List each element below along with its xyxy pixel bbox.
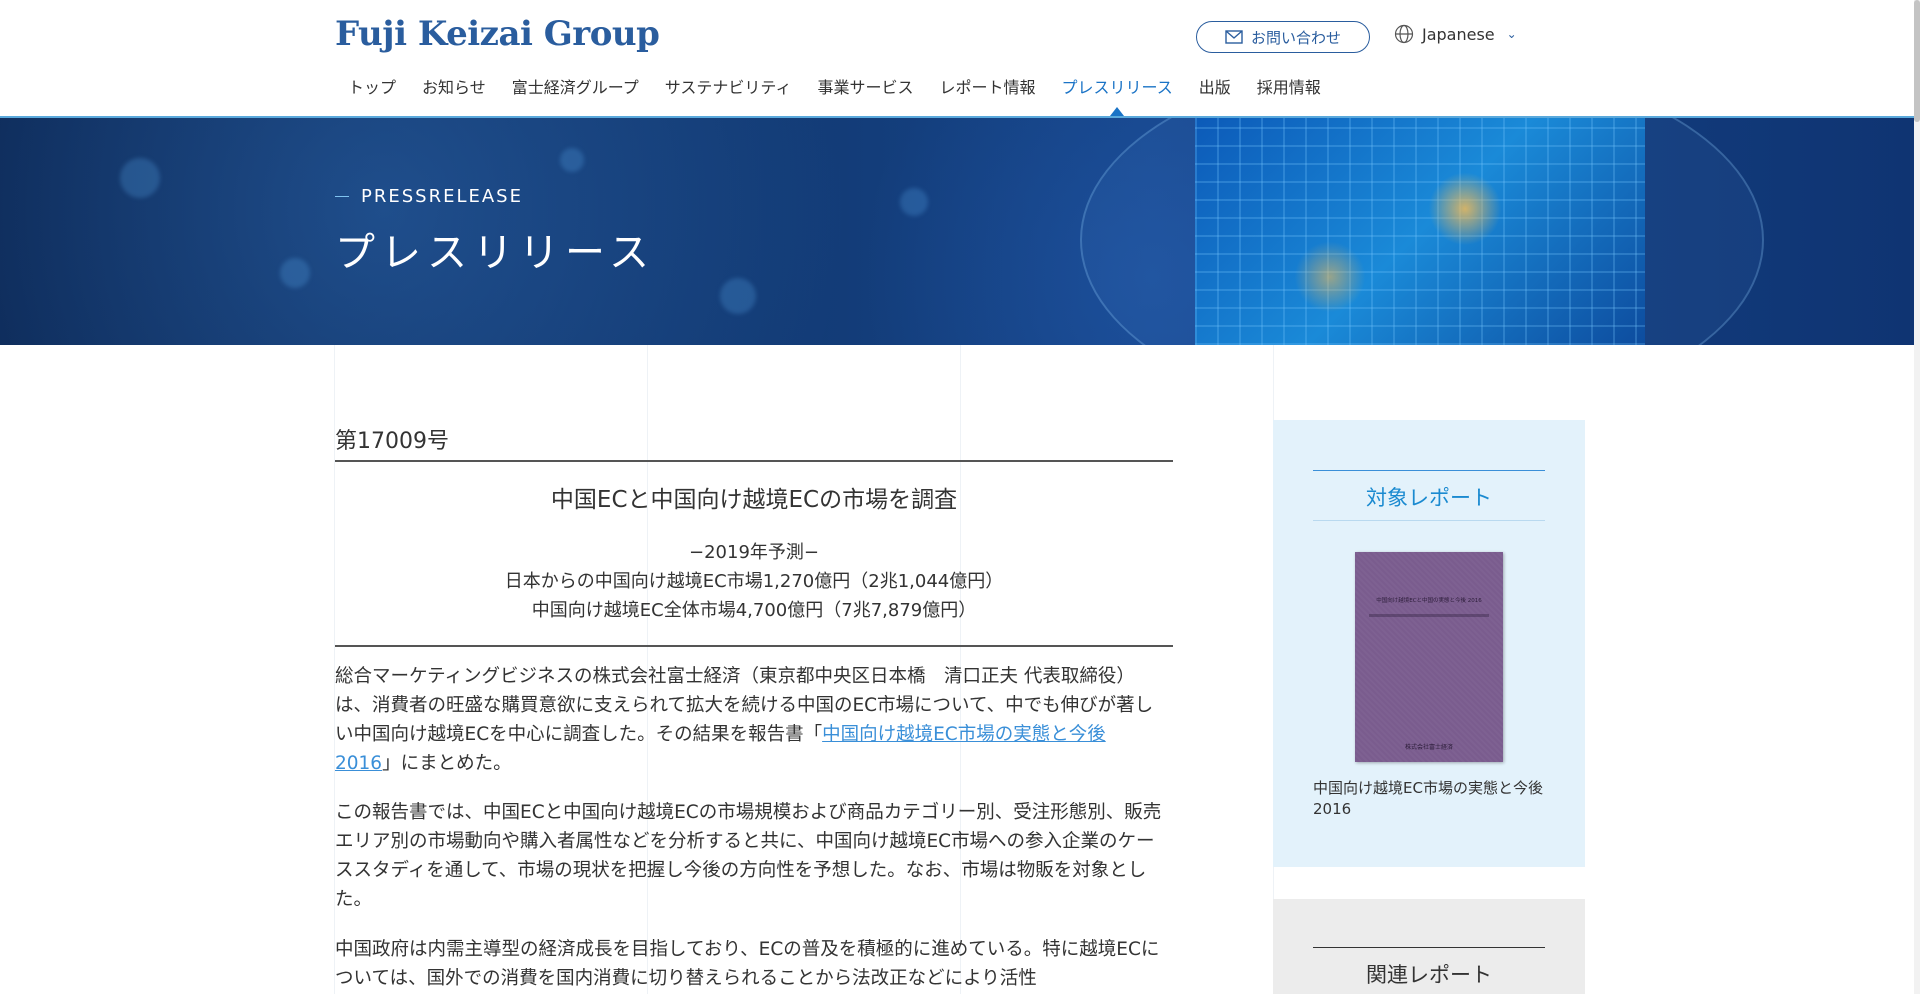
nav-item-services[interactable]: 事業サービス [804,74,926,98]
nav-item-sustainability[interactable]: サステナビリティ [652,74,805,98]
nav-item-recruit[interactable]: 採用情報 [1244,74,1334,98]
article-subheading: 中国向け越境EC全体市場4,700億円（7兆7,879億円） [531,600,977,621]
nav-item-news[interactable]: お知らせ [409,74,499,98]
language-label: Japanese [1422,24,1495,44]
panel-rule [1313,520,1545,521]
panel-rule [1313,470,1545,471]
page-scrollbar[interactable] [1914,0,1920,994]
scrollbar-thumb[interactable] [1914,0,1920,122]
hero-eyebrow: PRESSRELEASE [335,186,523,207]
nav-item-group[interactable]: 富士経済グループ [499,74,652,98]
panel-rule [1313,947,1545,948]
hero-bokeh [720,278,756,314]
related-report-panel: 関連レポート [1273,899,1585,994]
page-title: プレスリリース [335,230,655,276]
nav-item-reports[interactable]: レポート情報 [927,74,1049,98]
cover-subtitle-bar [1369,614,1489,617]
eyebrow-text: PRESSRELEASE [361,186,523,207]
mail-icon [1225,30,1243,44]
nav-item-publishing[interactable]: 出版 [1186,74,1244,98]
hero-bokeh [900,188,928,216]
report-caption[interactable]: 中国向け越境EC市場の実態と今後 2016 [1313,778,1553,820]
article-paragraph: 中国政府は内需主導型の経済成長を目指しており、ECの普及を積極的に進めている。特… [335,939,1160,989]
issue-number: 第17009号 [335,429,449,454]
globe-icon [1394,24,1414,44]
article-subheading: −2019年予測− [689,542,819,563]
eyebrow-dash [335,196,349,197]
hero-bokeh [280,258,310,288]
hero-banner: PRESSRELEASE プレスリリース [0,118,1920,345]
paragraph-text: 」にまとめた。 [382,753,512,774]
hero-bokeh [560,148,584,172]
article-headline: 中国ECと中国向け越境ECの市場を調査 [550,487,958,513]
contact-label: お問い合わせ [1250,28,1341,47]
target-report-panel: 対象レポート 中国向け越境ECと中国の実態と今後 2016 株式会社富士経済 中… [1273,420,1585,867]
site-logo[interactable]: Fuji Keizai Group [335,14,660,54]
hero-circuit-image [1195,118,1645,345]
nav-item-top[interactable]: トップ [335,74,409,98]
divider [335,460,1173,462]
main-nav: トップ お知らせ 富士経済グループ サステナビリティ 事業サービス レポート情報… [335,74,1334,98]
chevron-down-icon: ⌄ [1506,27,1517,41]
related-report-title: 関連レポート [1366,963,1492,987]
report-cover-image[interactable]: 中国向け越境ECと中国の実態と今後 2016 株式会社富士経済 [1355,552,1503,762]
article-paragraph: 総合マーケティングビジネスの株式会社富士経済（東京都中央区日本橋 清口正夫 代表… [335,662,1165,778]
hero-bokeh [120,158,160,198]
cover-publisher: 株式会社富士経済 [1404,744,1453,751]
target-report-title: 対象レポート [1366,486,1492,510]
contact-button[interactable]: お問い合わせ [1196,21,1370,53]
site-header: Fuji Keizai Group お問い合わせ Japanese ⌄ トップ … [0,0,1920,118]
cover-title: 中国向け越境ECと中国の実態と今後 2016 [1376,598,1482,604]
article-paragraph: この報告書では、中国ECと中国向け越境ECの市場規模および商品カテゴリー別、受注… [335,802,1162,910]
divider [335,645,1173,647]
article-subheading: 日本からの中国向け越境EC市場1,270億円（2兆1,044億円） [504,571,1004,592]
language-selector[interactable]: Japanese ⌄ [1394,24,1517,44]
nav-item-pressrelease[interactable]: プレスリリース [1049,74,1186,98]
